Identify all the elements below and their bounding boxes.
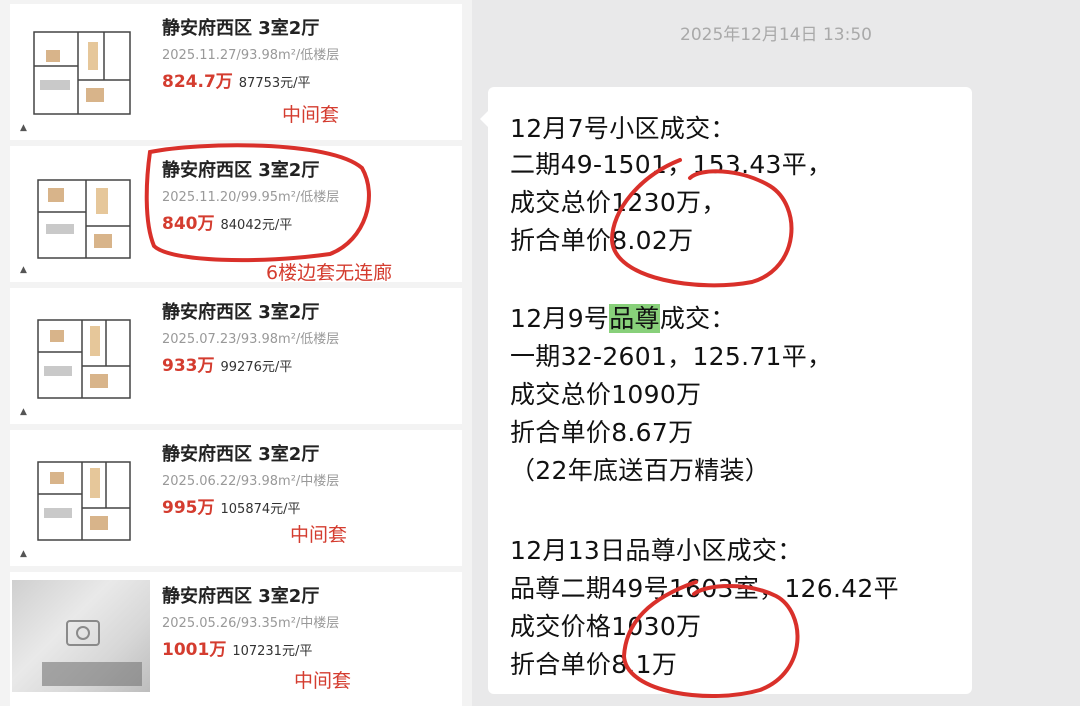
listing-meta: 2025.11.27/93.98m²/低楼层 <box>162 48 340 63</box>
message-line: （22年底送百万精装） <box>510 456 771 485</box>
listing-meta: 2025.05.26/93.35m²/中楼层 <box>162 616 340 631</box>
listing-card[interactable]: ▲ 静安府西区 3室2厅 2025.11.20/99.95m²/低楼层 840万… <box>10 146 462 284</box>
floorplan-thumbnail: ▲ <box>16 152 152 278</box>
unit-price: 84042元/平 <box>220 218 293 233</box>
unit-price: 105874元/平 <box>220 502 301 517</box>
listing-meta: 2025.06.22/93.98m²/中楼层 <box>162 474 340 489</box>
total-price: 1001万 <box>162 640 227 660</box>
message-line: 折合单价8.67万 <box>510 418 694 447</box>
message-text: 12月9号 <box>510 304 610 333</box>
svg-text:▲: ▲ <box>20 265 27 275</box>
total-price: 995万 <box>162 498 215 518</box>
chat-panel: 2025年12月14日 13:50 12月7号小区成交： 二期49-1501，1… <box>472 0 1080 706</box>
total-price: 824.7万 <box>162 72 233 92</box>
message-text: 成交： <box>659 304 736 333</box>
svg-text:▲: ▲ <box>20 549 27 559</box>
unit-price: 107231元/平 <box>232 644 313 659</box>
camera-icon <box>66 620 100 646</box>
listing-title: 静安府西区 3室2厅 <box>162 444 320 465</box>
floorplan-thumbnail: ▲ <box>16 436 152 562</box>
listing-title: 静安府西区 3室2厅 <box>162 18 320 39</box>
svg-text:▲: ▲ <box>20 407 27 417</box>
floorplan-thumbnail: ▲ <box>16 294 152 420</box>
handwritten-note: 中间套 <box>294 670 352 692</box>
handwritten-note: 中间套 <box>290 524 348 546</box>
listing-title: 静安府西区 3室2厅 <box>162 160 320 181</box>
floorplan-thumbnail: ▲ <box>16 10 152 136</box>
photo-blur-detail <box>42 662 142 686</box>
unit-price: 87753元/平 <box>238 76 311 91</box>
listing-panel: ▲ 静安府西区 3室2厅 2025.11.27/93.98m²/低楼层 824.… <box>0 0 472 706</box>
handwritten-note: 中间套 <box>282 104 340 126</box>
total-price: 933万 <box>162 356 215 376</box>
listing-price: 824.7万 87753元/平 <box>162 67 311 92</box>
message-line: 12月13日品尊小区成交： <box>510 536 803 565</box>
handwritten-note: 6楼边套无连廊 <box>266 262 393 284</box>
message-line: 品尊二期49号1603室，126.42平 <box>510 574 899 603</box>
message-line: 12月9号品尊成交： <box>510 299 736 335</box>
message-line: 折合单价8.1万 <box>510 650 678 679</box>
listing-photo <box>12 580 150 692</box>
listing-title: 静安府西区 3室2厅 <box>162 302 320 323</box>
listing-title: 静安府西区 3室2厅 <box>162 586 320 607</box>
listing-price: 840万 84042元/平 <box>162 209 292 234</box>
chat-timestamp: 2025年12月14日 13:50 <box>680 25 872 45</box>
message-line: 成交价格1030万 <box>510 612 702 641</box>
listing-meta: 2025.07.23/93.98m²/低楼层 <box>162 332 340 347</box>
listing-price: 995万 105874元/平 <box>162 493 301 518</box>
listing-price: 1001万 107231元/平 <box>162 635 312 660</box>
listing-price: 933万 99276元/平 <box>162 351 292 376</box>
message-line: 折合单价8.02万 <box>510 226 694 255</box>
svg-text:▲: ▲ <box>20 123 27 133</box>
message-line: 成交总价1090万 <box>510 380 702 409</box>
listing-card[interactable]: ▲ 静安府西区 3室2厅 2025.07.23/93.98m²/低楼层 933万… <box>10 288 462 424</box>
message-line: 一期32-2601，125.71平， <box>510 342 833 371</box>
bubble-tail <box>480 111 488 127</box>
listing-meta: 2025.11.20/99.95m²/低楼层 <box>162 190 340 205</box>
listing-card[interactable]: ▲ 静安府西区 3室2厅 2025.11.27/93.98m²/低楼层 824.… <box>10 4 462 140</box>
highlighted-text: 品尊 <box>609 304 660 333</box>
message-bubble[interactable]: 12月7号小区成交： 二期49-1501，153.43平， 成交总价1230万，… <box>480 87 972 694</box>
unit-price: 99276元/平 <box>220 360 293 375</box>
message-line: 二期49-1501，153.43平， <box>510 150 833 179</box>
listing-card[interactable]: 静安府西区 3室2厅 2025.05.26/93.35m²/中楼层 1001万 1… <box>10 572 462 706</box>
message-line: 成交总价1230万， <box>510 188 727 217</box>
total-price: 840万 <box>162 214 215 234</box>
message-line: 12月7号小区成交： <box>510 114 736 143</box>
listing-card[interactable]: ▲ 静安府西区 3室2厅 2025.06.22/93.98m²/中楼层 995万… <box>10 430 462 566</box>
